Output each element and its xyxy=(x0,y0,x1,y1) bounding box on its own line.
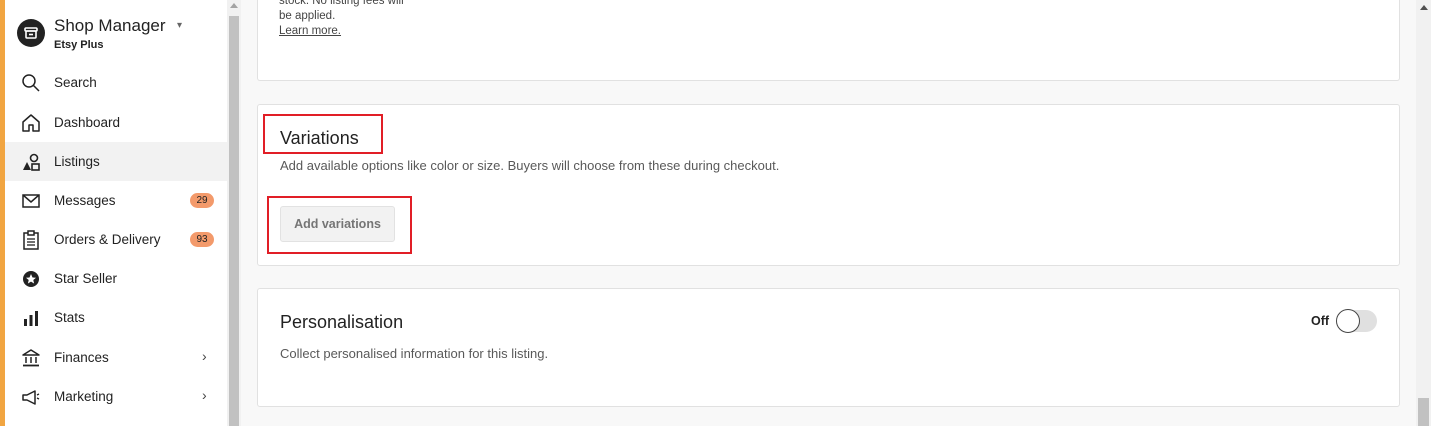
shop-logo-icon xyxy=(17,19,45,47)
shapes-icon xyxy=(21,152,41,172)
shop-manager-title: Shop Manager xyxy=(54,16,166,35)
search-icon xyxy=(21,73,41,93)
scroll-up-arrow-icon[interactable] xyxy=(1420,5,1428,10)
toggle-state-label: Off xyxy=(1311,314,1330,328)
sidebar-item-star-seller[interactable]: Star Seller xyxy=(5,259,227,298)
chevron-right-icon: › xyxy=(202,348,207,364)
sidebar-item-label: Dashboard xyxy=(54,115,121,130)
sidebar-item-stats[interactable]: Stats xyxy=(5,298,227,337)
star-badge-icon xyxy=(21,269,41,289)
personalisation-toggle[interactable] xyxy=(1336,309,1377,333)
scrollbar-thumb[interactable] xyxy=(1418,398,1429,426)
variations-card: Variations Add available options like co… xyxy=(257,104,1400,266)
learn-more-link[interactable]: Learn more. xyxy=(279,25,341,37)
sidebar-item-label: Messages xyxy=(54,193,116,208)
add-variations-highlight xyxy=(267,196,412,254)
main-content: stock. No listing fees will be applied. … xyxy=(241,0,1416,426)
fee-note-line: be applied. xyxy=(279,10,336,22)
sidebar-item-listings[interactable]: Listings xyxy=(5,142,227,181)
sidebar-item-finances[interactable]: Finances › xyxy=(5,338,227,377)
sidebar-item-label: Listings xyxy=(54,154,100,169)
scroll-up-arrow-icon[interactable] xyxy=(230,3,238,8)
sidebar-item-label: Search xyxy=(54,75,97,90)
fee-note-line: stock. No listing fees will xyxy=(279,0,404,7)
unread-count-badge: 29 xyxy=(190,193,214,208)
chevron-down-icon: ▾ xyxy=(177,20,183,31)
personalisation-card: Personalisation Collect personalised inf… xyxy=(257,288,1400,407)
clipboard-icon xyxy=(21,230,41,250)
sidebar-item-label: Finances xyxy=(54,350,109,365)
toggle-knob xyxy=(1336,309,1360,333)
bar-chart-icon xyxy=(21,308,41,328)
sidebar-item-search[interactable]: Search xyxy=(5,63,227,102)
sidebar-item-label: Marketing xyxy=(54,389,114,404)
sidebar-item-marketing[interactable]: Marketing › xyxy=(5,377,227,416)
personalisation-description: Collect personalised information for thi… xyxy=(280,346,549,361)
chevron-right-icon: › xyxy=(202,387,207,403)
envelope-icon xyxy=(21,191,41,211)
sidebar-item-orders[interactable]: Orders & Delivery 93 xyxy=(5,220,227,259)
sidebar-item-label: Star Seller xyxy=(54,271,118,286)
fee-note: stock. No listing fees will be applied. xyxy=(279,0,404,24)
personalisation-title: Personalisation xyxy=(280,312,404,332)
sidebar-item-label: Stats xyxy=(54,310,85,325)
shop-manager-menu[interactable]: Shop Manager ▾ Etsy Plus xyxy=(17,16,227,56)
variations-title-highlight xyxy=(263,114,383,154)
page-scrollbar[interactable] xyxy=(1416,0,1431,426)
sidebar-item-messages[interactable]: Messages 29 xyxy=(5,181,227,220)
variations-description: Add available options like color or size… xyxy=(280,158,780,173)
megaphone-icon xyxy=(21,387,41,407)
home-icon xyxy=(21,113,41,133)
orders-count-badge: 93 xyxy=(190,232,214,247)
plan-name: Etsy Plus xyxy=(54,39,104,51)
sidebar: Shop Manager ▾ Etsy Plus Search Dashboar… xyxy=(0,0,227,426)
inventory-card: stock. No listing fees will be applied. … xyxy=(257,0,1400,81)
scrollbar-thumb[interactable] xyxy=(229,16,239,426)
sidebar-scrollbar[interactable] xyxy=(227,0,241,426)
sidebar-item-label: Orders & Delivery xyxy=(54,232,161,247)
bank-icon xyxy=(21,348,41,368)
sidebar-item-dashboard[interactable]: Dashboard xyxy=(5,103,227,142)
